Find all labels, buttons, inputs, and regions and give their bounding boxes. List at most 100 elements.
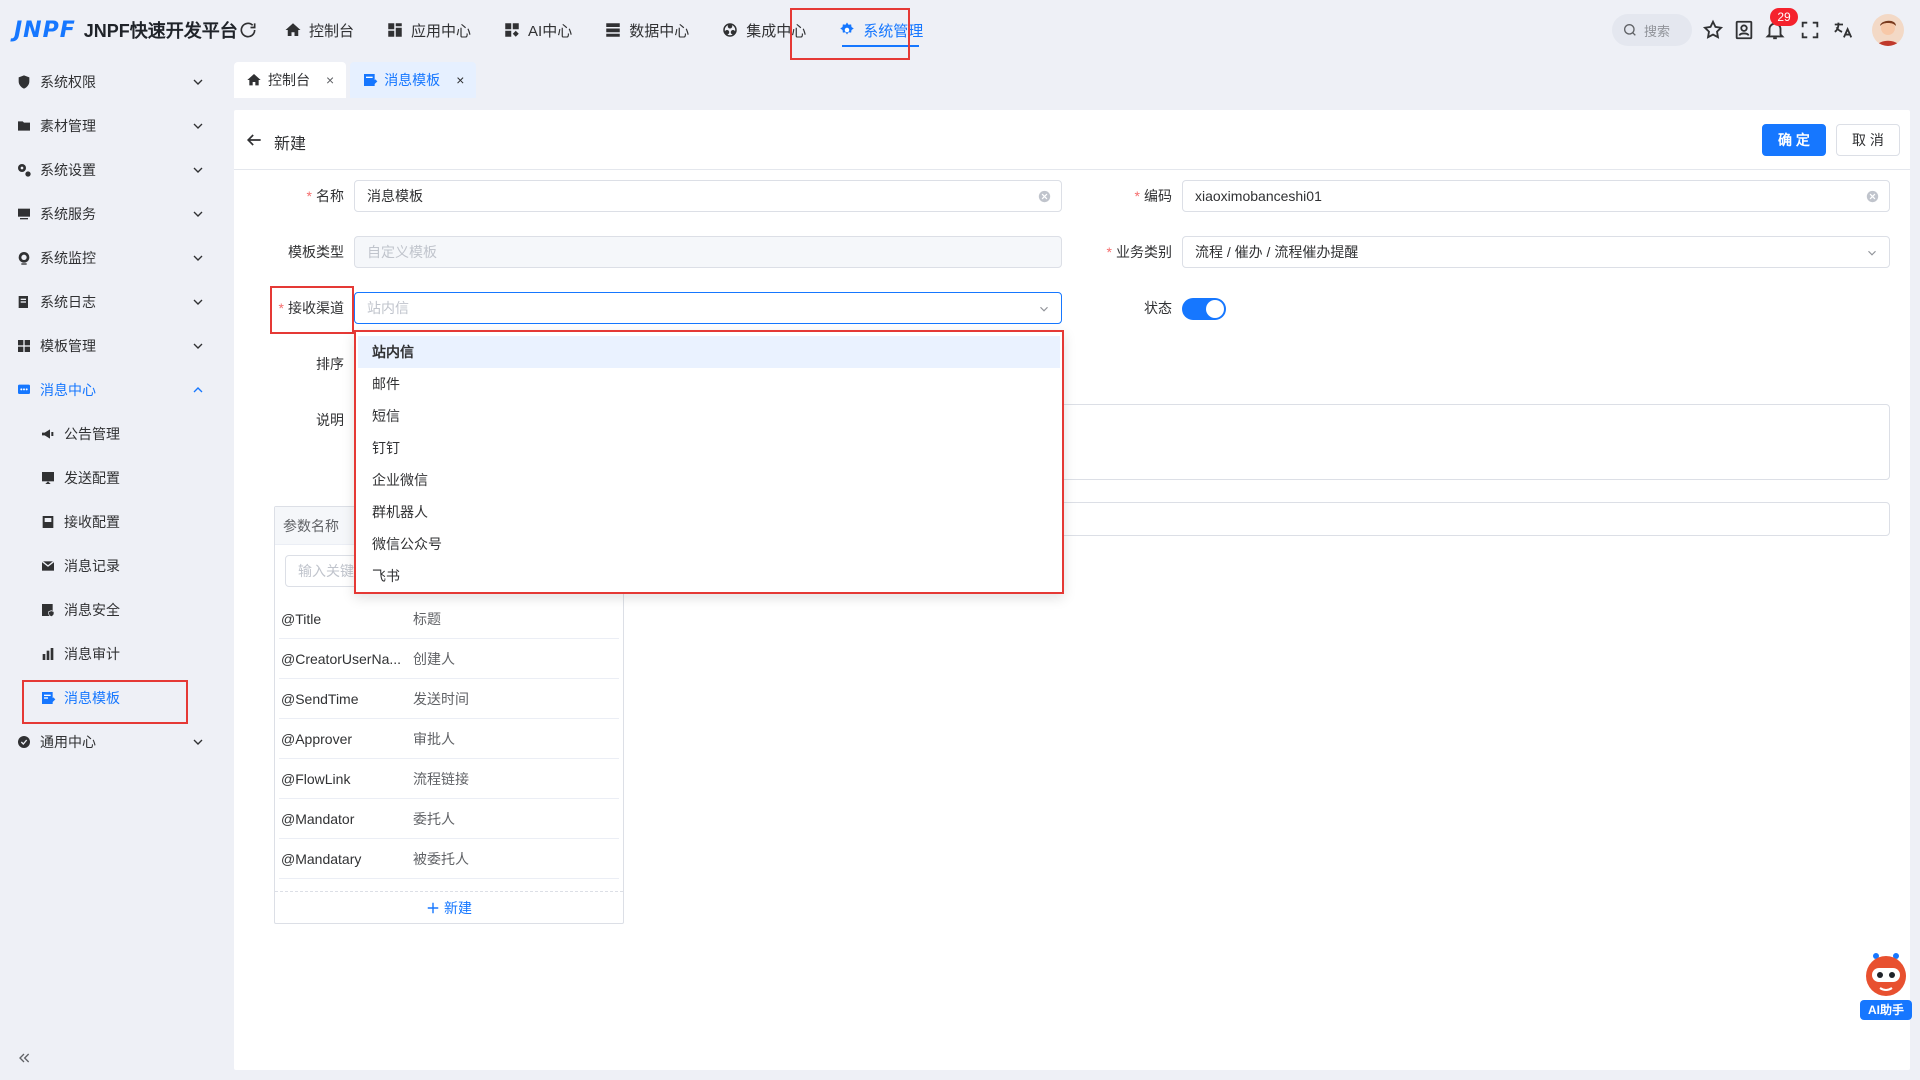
sidebar-item-material[interactable]: 素材管理 — [0, 104, 226, 148]
sidebar-subitem-label: 公告管理 — [64, 426, 120, 442]
translate-icon[interactable] — [1832, 19, 1854, 41]
back-arrow-icon[interactable] — [244, 130, 264, 150]
table-row[interactable]: @SendTime 发送时间 — [279, 679, 619, 719]
topnav-dashboard[interactable]: 控制台 — [268, 0, 370, 60]
dropdown-option[interactable]: 企业微信 — [358, 464, 1060, 496]
sidebar-subitem-announcement[interactable]: 公告管理 — [0, 412, 226, 456]
description-label: 说明 — [316, 412, 344, 428]
sidebar-item-label: 系统日志 — [40, 294, 96, 310]
star-icon[interactable] — [1702, 19, 1724, 41]
add-param-button[interactable]: 新建 — [275, 891, 623, 923]
dropdown-option[interactable]: 飞书 — [358, 560, 1060, 592]
home-icon — [247, 74, 261, 86]
tab-close-icon[interactable]: × — [456, 72, 464, 88]
table-row[interactable]: @Mandatary 被委托人 — [279, 839, 619, 879]
sidebar-item-template-management[interactable]: 模板管理 — [0, 324, 226, 368]
clear-icon[interactable] — [1866, 190, 1879, 203]
grid-icon — [388, 23, 402, 37]
topnav-label: 系统管理 — [863, 22, 924, 40]
dropdown-option[interactable]: 微信公众号 — [358, 528, 1060, 560]
sidebar-subitem-send-config[interactable]: 发送配置 — [0, 456, 226, 500]
sidebar-subitem-message-security[interactable]: 消息安全 — [0, 588, 226, 632]
page-tabs: 控制台 × 消息模板 × — [234, 62, 477, 98]
dropdown-option[interactable]: 邮件 — [358, 368, 1060, 400]
status-toggle[interactable] — [1182, 298, 1226, 320]
chevron-down-icon — [193, 123, 203, 129]
template-type-label: 模板类型 — [288, 244, 344, 260]
channel-select[interactable]: 站内信 — [354, 292, 1062, 324]
name-value: 消息模板 — [367, 188, 423, 204]
confirm-button[interactable]: 确 定 — [1762, 124, 1826, 156]
ai-helper-button[interactable]: AI助手 — [1860, 950, 1912, 1022]
business-category-select[interactable]: 流程 / 催办 / 流程催办提醒 — [1182, 236, 1890, 268]
sidebar-subitem-message-audit[interactable]: 消息审计 — [0, 632, 226, 676]
sidebar-item-label: 消息中心 — [40, 382, 96, 398]
template-edit-icon — [364, 74, 378, 86]
channel-placeholder: 站内信 — [367, 300, 409, 316]
ai-icon — [505, 23, 519, 37]
dropdown-option[interactable]: 群机器人 — [358, 496, 1060, 528]
home-icon — [285, 23, 301, 36]
monitor-icon — [18, 252, 30, 265]
clear-icon[interactable] — [1038, 190, 1051, 203]
logo[interactable]: JNPF JNPF快速开发平台 — [14, 16, 238, 44]
security-icon — [42, 604, 55, 618]
plus-icon — [427, 902, 439, 913]
search-input[interactable]: 搜索 — [1612, 14, 1692, 46]
table-row[interactable]: @CreatorUserNa... 创建人 — [279, 639, 619, 679]
table-row[interactable]: @Approver 审批人 — [279, 719, 619, 759]
channel-dropdown: 站内信 邮件 短信 钉钉 企业微信 群机器人 微信公众号 飞书 — [354, 330, 1064, 594]
sidebar-item-message-center[interactable]: 消息中心 — [0, 368, 226, 412]
topnav-label: 数据中心 — [629, 22, 690, 40]
dropdown-option[interactable]: 钉钉 — [358, 432, 1060, 464]
top-bar: JNPF JNPF快速开发平台 控制台 应用中心 AI中心 数据中心 集成中心 … — [0, 0, 1920, 60]
cancel-button[interactable]: 取 消 — [1836, 124, 1900, 156]
shield-icon — [18, 75, 30, 89]
tab-close-icon[interactable]: × — [326, 72, 334, 88]
sidebar-subitem-message-record[interactable]: 消息记录 — [0, 544, 226, 588]
refresh-icon[interactable] — [238, 20, 258, 40]
dropdown-option[interactable]: 站内信 — [358, 336, 1060, 368]
search-placeholder: 搜索 — [1644, 23, 1671, 39]
sidebar-subitem-label: 接收配置 — [64, 514, 120, 530]
fullscreen-icon[interactable] — [1799, 19, 1821, 41]
table-row[interactable]: @Mandator 委托人 — [279, 799, 619, 839]
user-card-icon[interactable] — [1733, 19, 1755, 41]
name-input[interactable]: 消息模板 — [354, 180, 1062, 212]
send-config-icon — [42, 472, 54, 484]
sidebar-item-system-log[interactable]: 系统日志 — [0, 280, 226, 324]
sidebar-item-common-center[interactable]: 通用中心 — [0, 720, 226, 764]
topnav-data-center[interactable]: 数据中心 — [588, 0, 705, 60]
sidebar-item-system-service[interactable]: 系统服务 — [0, 192, 226, 236]
sidebar-subitem-receive-config[interactable]: 接收配置 — [0, 500, 226, 544]
topnav-system-management[interactable]: 系统管理 — [822, 0, 939, 60]
topnav-integration-center[interactable]: 集成中心 — [705, 0, 822, 60]
avatar[interactable] — [1872, 14, 1904, 46]
topnav-app-center[interactable]: 应用中心 — [370, 0, 487, 60]
sidebar-item-system-monitor[interactable]: 系统监控 — [0, 236, 226, 280]
tab-dashboard[interactable]: 控制台 × — [234, 62, 347, 98]
bar-chart-icon — [42, 648, 54, 660]
param-value: 审批人 — [413, 730, 455, 747]
param-key: @Title — [281, 610, 322, 627]
table-row[interactable]: @FlowLink 流程链接 — [279, 759, 619, 799]
sidebar-subitem-message-template[interactable]: 消息模板 — [0, 676, 226, 720]
message-icon — [18, 384, 30, 394]
param-key: @Mandator — [281, 810, 355, 827]
param-value: 标题 — [413, 610, 441, 627]
param-value: 流程链接 — [413, 770, 469, 787]
sidebar-item-system-settings[interactable]: 系统设置 — [0, 148, 226, 192]
topnav-ai-center[interactable]: AI中心 — [487, 0, 588, 60]
dropdown-option[interactable]: 短信 — [358, 400, 1060, 432]
code-input[interactable]: xiaoximobanceshi01 — [1182, 180, 1890, 212]
template-type-input: 自定义模板 — [354, 236, 1062, 268]
chevron-down-icon — [193, 299, 203, 305]
log-icon — [18, 296, 28, 308]
tab-label: 控制台 — [268, 72, 310, 88]
table-row[interactable]: @Title 标题 — [279, 599, 619, 639]
tab-message-template[interactable]: 消息模板 × — [350, 62, 477, 98]
sidebar-item-system-permission[interactable]: 系统权限 — [0, 60, 226, 104]
collapse-sidebar-icon[interactable] — [16, 1050, 32, 1066]
app-title: JNPF快速开发平台 — [83, 21, 238, 41]
template-icon — [18, 340, 30, 352]
